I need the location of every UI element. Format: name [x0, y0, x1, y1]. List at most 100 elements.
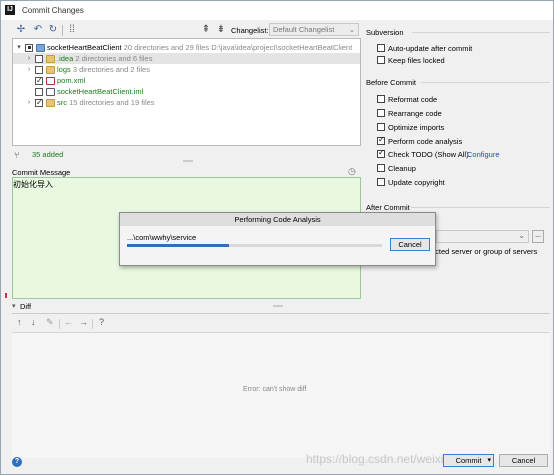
arrow-up-icon[interactable]: ↑ [17, 317, 22, 327]
cancel-button[interactable]: Cancel [499, 454, 548, 467]
changelist-value: Default Changelist [273, 25, 335, 34]
row-name: logs [57, 65, 71, 74]
collapsed-arrow-icon[interactable]: › [25, 97, 33, 108]
rearrange-code-label: Rearrange code [388, 109, 442, 118]
branch-icon: ⑂ [14, 150, 20, 160]
title-bar: IJ Commit Changes [1, 1, 553, 20]
row-checkbox[interactable] [35, 97, 43, 108]
row-info: 15 directories and 19 files [69, 98, 155, 107]
tree-row[interactable]: › .idea 2 directories and 6 files [13, 53, 360, 64]
row-checkbox[interactable] [35, 87, 43, 96]
group-by-icon[interactable]: ⁞⁞ [65, 23, 79, 37]
row-info: 3 directories and 2 files [72, 65, 150, 74]
row-label: logs 3 directories and 2 files [57, 64, 150, 75]
row-name: socketHeartBeatClient.iml [57, 87, 144, 96]
root-label: socketHeartBeatClient 20 directories and… [47, 42, 352, 53]
edit-icon[interactable]: ✎ [46, 317, 54, 328]
commit-changes-window: IJ Commit Changes ✢ ↶ ↻ ⁞⁞ ⇞ ⇟ Changelis… [0, 0, 554, 475]
root-info: 20 directories and 29 files [123, 43, 210, 52]
divider [412, 32, 550, 33]
changelist-select[interactable]: Default Changelist ⌄ [269, 23, 359, 36]
expanded-arrow-icon[interactable]: ▾ [15, 42, 23, 53]
perform-code-analysis-label: Perform code analysis [388, 137, 463, 146]
diff-label: Diff [20, 302, 32, 311]
folder-icon [46, 54, 55, 63]
row-checkbox[interactable] [35, 54, 43, 63]
commit-button-label: Commit [455, 456, 482, 465]
row-label: src 15 directories and 19 files [57, 97, 155, 108]
before-commit-header: Before Commit [366, 78, 417, 87]
dialog-title: Performing Code Analysis [120, 213, 435, 226]
tree-root-row[interactable]: ▾ socketHeartBeatClient 20 directories a… [13, 42, 360, 53]
root-name: socketHeartBeatClient [47, 43, 122, 52]
splitter-handle[interactable] [183, 160, 193, 162]
undo-icon[interactable]: ↶ [31, 23, 45, 37]
root-checkbox[interactable] [25, 43, 33, 52]
watermark: https://blog.csdn.net/weixin_ [306, 452, 457, 466]
commit-message-text: 初始化导入 [13, 180, 53, 189]
server-select[interactable]: ⌄ [436, 230, 529, 243]
subversion-header: Subversion [366, 28, 404, 37]
keep-locked-checkbox[interactable] [377, 56, 385, 64]
arrow-down-icon[interactable]: ↓ [31, 317, 36, 327]
expand-all-icon[interactable]: ⇞ [199, 23, 213, 37]
collapsed-arrow-icon[interactable]: › [25, 64, 33, 75]
help-button[interactable]: ? [12, 457, 22, 467]
progress-fill [127, 244, 229, 247]
tree-row[interactable]: pom.xml [13, 75, 360, 86]
chevron-down-icon[interactable]: ▾ [487, 455, 491, 466]
tree-row[interactable]: socketHeartBeatClient.iml [13, 86, 360, 97]
after-commit-header: After Commit [366, 203, 410, 212]
diff-error-text: Error: can't show diff [243, 386, 307, 393]
configure-link[interactable]: Configure [467, 150, 500, 159]
rearrange-code-checkbox[interactable] [377, 109, 385, 117]
splitter-handle[interactable] [273, 305, 283, 307]
dialog-cancel-button[interactable]: Cancel [390, 238, 430, 251]
edge-marker [5, 293, 7, 298]
auto-update-label: Auto-update after commit [388, 44, 473, 53]
collapsed-arrow-icon[interactable]: › [25, 53, 33, 64]
browse-button[interactable]: ... [532, 230, 544, 243]
perform-code-analysis-checkbox[interactable] [377, 135, 385, 145]
refresh-icon[interactable]: ↻ [46, 23, 60, 37]
help-icon[interactable]: ? [99, 317, 104, 327]
row-checkbox[interactable] [35, 65, 43, 74]
commit-message-label: Commit Message [12, 168, 71, 177]
after-commit-description: ected server or group of servers [431, 247, 538, 256]
changes-tree: ▾ socketHeartBeatClient 20 directories a… [12, 38, 361, 146]
cleanup-checkbox[interactable] [377, 164, 385, 172]
changelist-label: Changelist: [231, 26, 269, 35]
cleanup-label: Cleanup [388, 164, 416, 173]
arrow-left-icon[interactable]: ← [64, 317, 73, 327]
update-copyright-checkbox[interactable] [377, 178, 385, 186]
history-icon[interactable]: ◷ [348, 166, 356, 177]
optimize-imports-checkbox[interactable] [377, 123, 385, 131]
row-checkbox[interactable] [35, 75, 43, 86]
reformat-code-label: Reformat code [388, 95, 438, 104]
check-todo-checkbox[interactable] [377, 148, 385, 158]
check-todo-label: Check TODO (Show All) [388, 150, 469, 159]
keep-locked-label: Keep files locked [388, 56, 445, 65]
optimize-imports-label: Optimize imports [388, 123, 445, 132]
arrow-right-icon[interactable]: → [79, 317, 88, 327]
auto-update-checkbox[interactable] [377, 44, 385, 52]
toolbar-separator [59, 319, 60, 329]
folder-icon [46, 98, 55, 107]
collapse-all-icon[interactable]: ⇟ [214, 23, 228, 37]
update-copyright-label: Update copyright [388, 178, 445, 187]
reformat-code-checkbox[interactable] [377, 95, 385, 103]
intellij-app-icon: IJ [5, 5, 15, 15]
move-icon[interactable]: ✢ [14, 23, 28, 37]
chevron-down-icon: ⌄ [518, 231, 525, 240]
root-path: D:\java\idea\project\socketHeartBeatClie… [211, 43, 353, 52]
progress-bar [127, 244, 382, 247]
toolbar-separator [62, 25, 63, 36]
tree-row[interactable]: › logs 3 directories and 2 files [13, 64, 360, 75]
row-info: 2 directories and 6 files [75, 54, 153, 63]
diff-pane: Error: can't show diff [12, 332, 550, 458]
divider [411, 207, 550, 208]
tree-row[interactable]: › src 15 directories and 19 files [13, 97, 360, 108]
commit-button[interactable]: Commit ▾ [443, 454, 494, 467]
collapse-arrow-icon[interactable]: ▾ [12, 302, 16, 310]
folder-icon [46, 65, 55, 74]
